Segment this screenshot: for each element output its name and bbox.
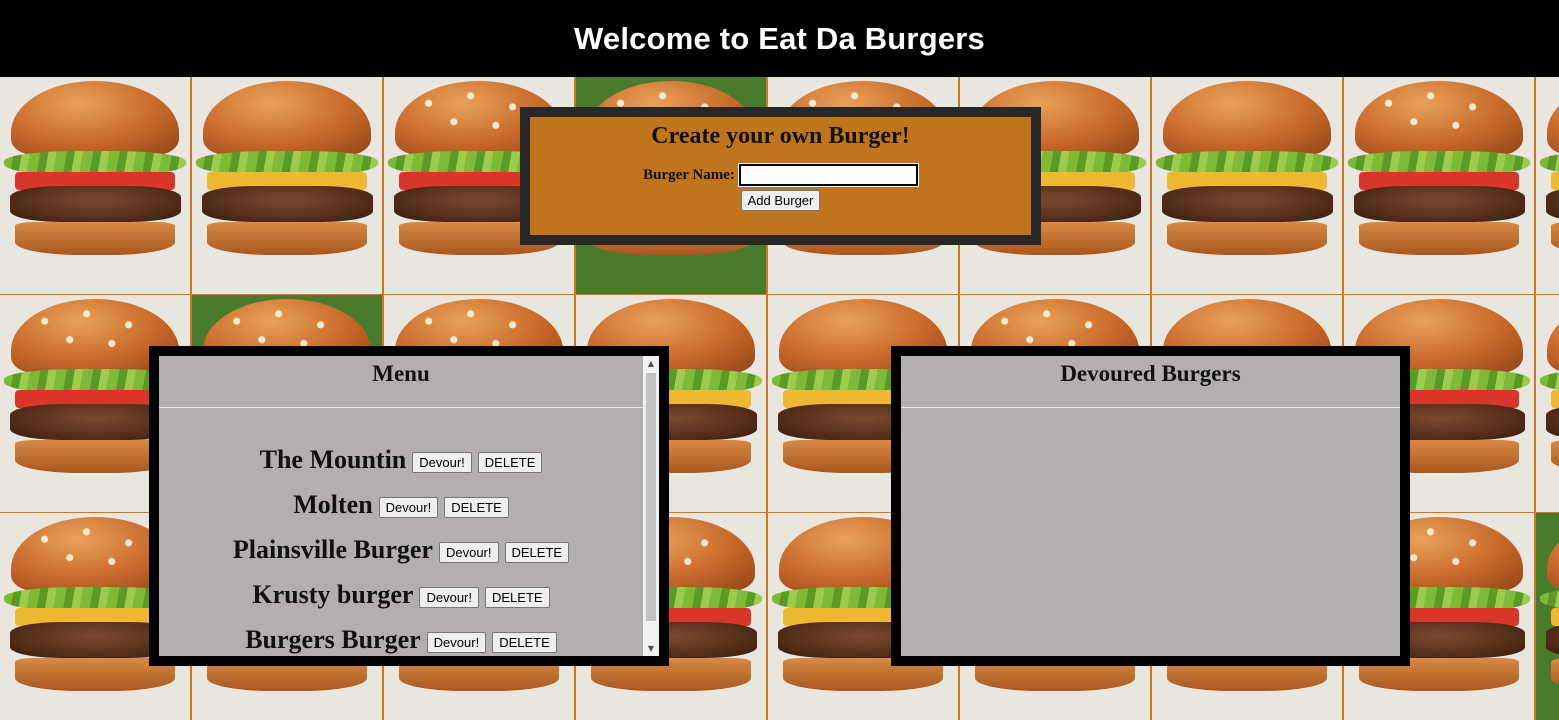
delete-button[interactable]: DELETE [485,587,550,608]
devour-button[interactable]: Devour! [412,452,472,473]
burger-name: Plainsville Burger [232,534,433,564]
burger-name: Molten [293,489,373,519]
delete-button[interactable]: DELETE [504,542,570,563]
burger-name: Burgers Burger [245,624,421,654]
devour-button[interactable]: Devour! [419,587,479,608]
scroll-up-icon[interactable]: ▲ [643,356,659,371]
burger-photo-tile [1152,77,1342,294]
burger-name-row: Burger Name: [530,163,1031,187]
delete-button[interactable]: DELETE [444,497,509,518]
menu-item: Burgers Burger Devour! DELETE [159,617,643,656]
menu-list: The Mountin Devour! DELETE Molten Devour! DEL… [159,408,643,656]
menu-item: Plainsville Burger Devour! DELETE [159,527,643,572]
delete-button[interactable]: DELETE [492,632,557,653]
burger-photo-tile [1536,513,1559,720]
menu-title: Menu [159,356,643,408]
create-burger-panel: Create your own Burger! Burger Name: Add… [520,107,1041,245]
devoured-title: Devoured Burgers [901,356,1400,408]
devour-button[interactable]: Devour! [426,632,487,653]
menu-scrollbar[interactable]: ▲ ▼ [643,356,659,656]
add-burger-button[interactable]: Add Burger [740,190,821,211]
devour-button[interactable]: Devour! [378,497,439,518]
menu-panel-body[interactable]: Menu The Mountin Devour! DELETE Molten Devou… [159,356,659,656]
menu-panel: Menu The Mountin Devour! DELETE Molten Devou… [149,346,669,666]
scroll-thumb[interactable] [646,373,656,621]
burger-photo-tile [1536,295,1559,512]
devoured-panel-body: Devoured Burgers [901,356,1400,656]
burger-photo-tile [1536,77,1559,294]
burger-name: Krusty burger [252,579,414,609]
burger-photo-tile [192,77,382,294]
menu-item: Molten Devour! DELETE [159,482,643,527]
burger-name-input[interactable] [737,163,919,187]
burger-name-label: Burger Name: [643,166,735,183]
page-header: Welcome to Eat Da Burgers [0,0,1559,77]
burger-photo-tile [0,77,190,294]
page-title: Welcome to Eat Da Burgers [574,20,985,56]
burger-photo-tile [1344,77,1534,294]
create-burger-form: Create your own Burger! Burger Name: Add… [530,117,1031,235]
devour-button[interactable]: Devour! [438,542,499,563]
delete-button[interactable]: DELETE [477,452,543,473]
menu-item: Krusty burger Devour! DELETE [159,572,643,617]
scroll-down-icon[interactable]: ▼ [643,641,659,656]
menu-item: The Mountin Devour! DELETE [159,437,643,482]
burger-name: The Mountin [259,444,407,474]
create-burger-heading: Create your own Burger! [651,123,910,149]
devoured-panel: Devoured Burgers [891,346,1410,666]
